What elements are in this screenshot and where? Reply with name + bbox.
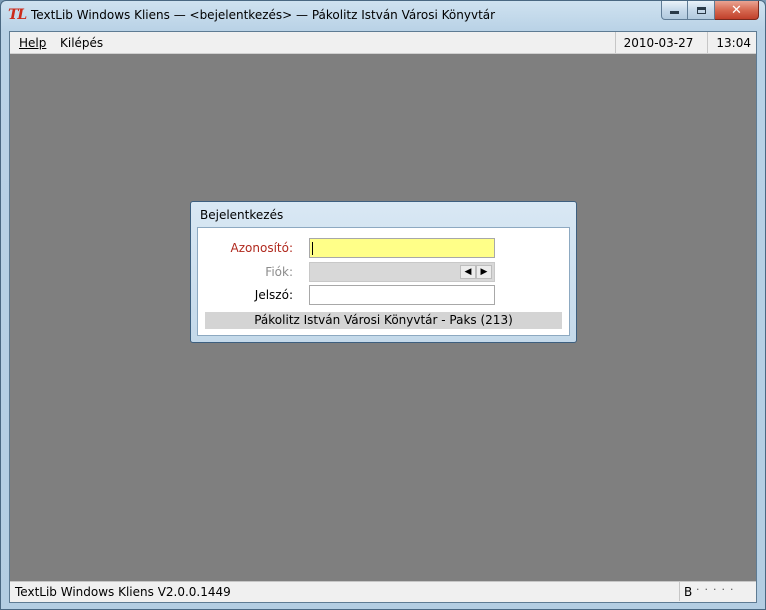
date-display: 2010-03-27	[614, 32, 708, 53]
close-button[interactable]: ✕	[715, 1, 759, 20]
window-controls: ✕	[661, 1, 759, 20]
window-title: TextLib Windows Kliens — <bejelentkezés>…	[31, 8, 496, 22]
password-input[interactable]	[309, 285, 495, 305]
password-label: Jelszó:	[254, 288, 293, 302]
username-label: Azonosító:	[230, 241, 293, 255]
maximize-icon	[696, 6, 706, 14]
username-input[interactable]	[309, 238, 495, 258]
status-text: TextLib Windows Kliens V2.0.0.1449	[15, 585, 231, 599]
menu-status-area: 2010-03-27 13:04	[614, 32, 756, 53]
time-display: 13:04	[707, 32, 756, 53]
menu-help-label: Help	[19, 36, 47, 50]
status-indicator-panel: B ·····	[679, 582, 756, 601]
login-dialog: Bejelentkezés Azonosító: Fiók: ◀ ▶ Jelsz…	[190, 201, 577, 343]
menu-exit-label: Kilépés	[60, 36, 104, 50]
menu-bar: Help Kilépés 2010-03-27 13:04	[10, 32, 756, 54]
status-indicator: B	[684, 585, 693, 599]
title-bar[interactable]: TL TextLib Windows Kliens — <bejelentkez…	[1, 1, 765, 31]
minimize-button[interactable]	[661, 1, 688, 20]
dialog-body: Azonosító: Fiók: ◀ ▶ Jelszó: Pákolitz Is…	[197, 227, 570, 336]
menu-exit[interactable]: Kilépés	[60, 36, 103, 50]
status-bar: TextLib Windows Kliens V2.0.0.1449 B ···…	[10, 581, 756, 602]
status-dots: ·····	[696, 583, 739, 596]
close-icon: ✕	[731, 2, 742, 18]
branch-label: Fiók:	[265, 265, 293, 279]
library-name-bar: Pákolitz István Városi Könyvtár - Paks (…	[205, 312, 562, 329]
app-window: TL TextLib Windows Kliens — <bejelentkez…	[0, 0, 766, 610]
dialog-title: Bejelentkezés	[200, 208, 284, 222]
menu-help[interactable]: Help	[19, 36, 46, 50]
minimize-icon	[670, 11, 679, 14]
app-logo-icon: TL	[8, 7, 27, 23]
text-caret	[312, 242, 313, 255]
next-arrow-icon[interactable]: ▶	[476, 265, 492, 279]
maximize-button[interactable]	[688, 1, 715, 20]
branch-spinner: ◀ ▶	[460, 265, 492, 279]
branch-select[interactable]: ◀ ▶	[309, 262, 495, 282]
prev-arrow-icon[interactable]: ◀	[460, 265, 476, 279]
